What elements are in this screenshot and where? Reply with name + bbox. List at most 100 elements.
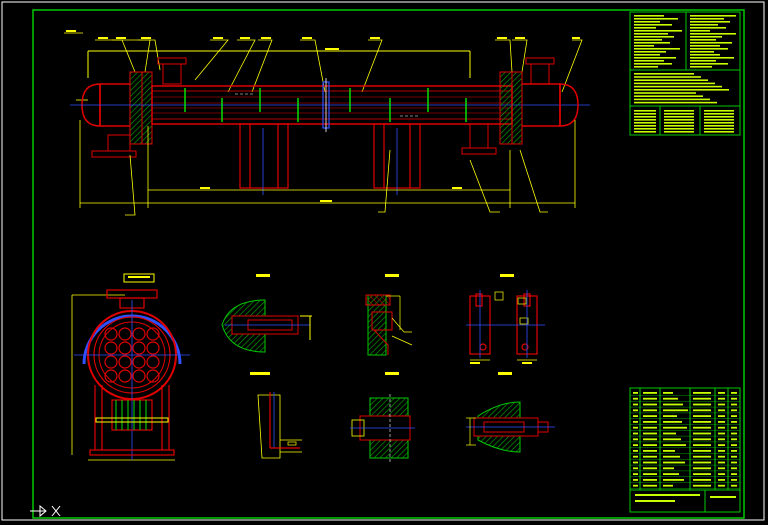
part-text-bar (718, 479, 725, 481)
tube-hole (146, 355, 160, 369)
part-text-bar (643, 421, 657, 423)
note-text-bar (634, 54, 660, 56)
detail-1[interactable] (221, 274, 312, 353)
part-text-bar (643, 467, 657, 470)
tube-hole (118, 355, 132, 369)
note-text-bar (664, 125, 694, 127)
tube-bundle-cross-section[interactable] (71, 273, 190, 461)
part-text-bar (663, 444, 686, 446)
part-text-bar (731, 397, 737, 400)
part-text-bar (643, 450, 657, 452)
part-text-bar (731, 438, 737, 441)
note-text-bar (704, 122, 734, 124)
part-text-bar (731, 392, 737, 394)
title-block-text (635, 500, 675, 502)
part-text-bar (693, 484, 711, 487)
part-text-bar (718, 403, 725, 406)
part-text-bar (663, 403, 683, 406)
note-text-bar (634, 95, 703, 97)
cad-drawing-canvas[interactable] (0, 0, 768, 525)
note-text-bar (664, 116, 694, 118)
tube-hole (104, 341, 118, 355)
part-text-bar (663, 409, 688, 412)
detail-5[interactable] (350, 372, 415, 462)
part-text-bar (643, 473, 657, 475)
note-text-bar (690, 48, 728, 50)
part-text-bar (731, 461, 737, 464)
note-text-bar (704, 110, 734, 112)
part-text-bar (693, 438, 711, 441)
part-text-bar (663, 397, 678, 400)
note-text-bar (704, 119, 734, 121)
part-text-bar (663, 467, 674, 470)
part-text-bar (663, 455, 680, 458)
tube-hole (118, 369, 132, 383)
tube-hole (104, 355, 118, 369)
note-text-bar (634, 63, 672, 65)
note-text-bar (634, 27, 656, 29)
note-text-bar (634, 24, 672, 26)
note-text-bar (704, 128, 734, 130)
note-text-bar (690, 66, 712, 68)
note-text-bar (690, 33, 736, 35)
note-text-bar (634, 42, 670, 44)
part-text-bar (633, 426, 638, 429)
note-text-bar (690, 60, 716, 62)
note-text-bar (634, 51, 666, 53)
note-text-bar (664, 122, 694, 124)
part-text-bar (731, 415, 737, 417)
part-text-bar (718, 467, 725, 470)
part-text-bar (643, 415, 657, 417)
note-text-bar (704, 116, 734, 118)
title-block-text (635, 494, 700, 496)
part-text-bar (633, 438, 638, 441)
note-text-bar (704, 125, 734, 127)
part-text-bar (633, 450, 638, 452)
part-text-bar (693, 415, 711, 417)
detail-2[interactable] (365, 274, 413, 356)
part-text-bar (731, 473, 737, 475)
part-text-bar (731, 409, 737, 412)
part-text-bar (693, 455, 711, 458)
detail-6[interactable] (466, 372, 555, 453)
part-text-bar (718, 392, 725, 394)
part-text-bar (643, 455, 657, 458)
part-text-bar (663, 421, 682, 423)
detail-3[interactable] (466, 274, 545, 364)
part-text-bar (693, 461, 711, 464)
note-text-bar (690, 54, 720, 56)
note-text-bar (634, 39, 662, 41)
part-text-bar (731, 403, 737, 406)
note-text-bar (634, 36, 674, 38)
part-text-bar (643, 438, 657, 441)
tube-hole (132, 341, 146, 355)
note-text-bar (704, 113, 734, 115)
part-text-bar (718, 426, 725, 429)
note-text-bar (634, 119, 656, 121)
note-text-bar (634, 131, 656, 133)
title-block-text (710, 496, 736, 498)
part-text-bar (693, 421, 711, 423)
part-text-bar (731, 467, 737, 470)
note-text-bar (690, 15, 736, 17)
part-text-bar (718, 461, 725, 464)
note-text-bar (634, 66, 658, 68)
shell-and-tube-elevation[interactable] (64, 30, 590, 216)
part-text-bar (693, 397, 711, 400)
part-text-bar (718, 438, 725, 441)
part-text-bar (731, 421, 737, 423)
part-text-bar (731, 426, 737, 429)
note-text-bar (634, 110, 656, 112)
technical-notes-table (629, 11, 741, 136)
part-text-bar (663, 484, 673, 487)
detail-4[interactable] (250, 372, 302, 459)
part-text-bar (633, 479, 638, 481)
part-text-bar (693, 479, 711, 481)
part-text-bar (718, 484, 725, 487)
note-text-bar (634, 128, 656, 130)
part-text-bar (731, 444, 737, 446)
part-text-bar (633, 444, 638, 446)
note-text-bar (690, 51, 714, 53)
tube-hole (146, 341, 160, 355)
note-text-bar (634, 15, 664, 17)
